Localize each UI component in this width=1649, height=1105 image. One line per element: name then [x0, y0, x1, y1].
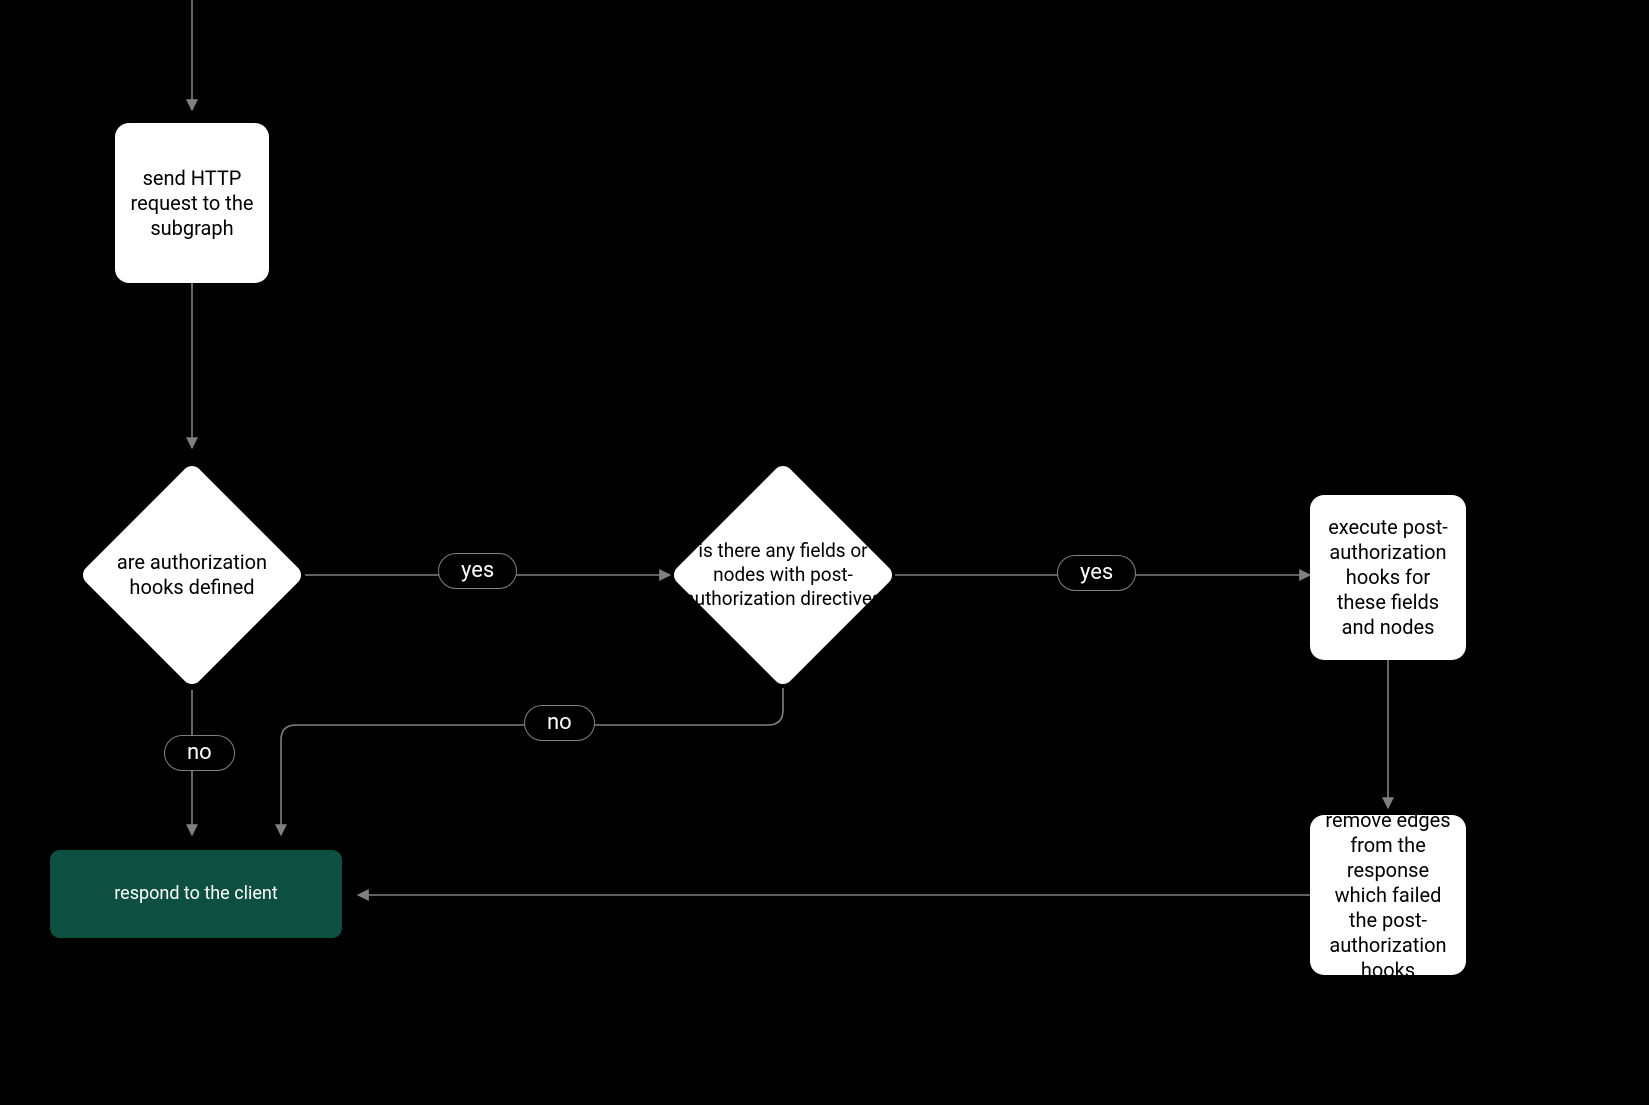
edge-text: no	[547, 712, 572, 734]
node-respond-client: respond to the client	[50, 850, 342, 938]
edge-label-yes-2: yes	[1057, 555, 1136, 591]
node-label: remove edges from the response which fai…	[1320, 808, 1456, 983]
flowchart-canvas: send HTTP request to the subgraph are au…	[0, 0, 1649, 1105]
edge-text: yes	[461, 560, 494, 582]
node-label: execute post-authorization hooks for the…	[1320, 515, 1456, 640]
node-label: respond to the client	[114, 883, 278, 906]
edge-label-yes-1: yes	[438, 553, 517, 589]
edge-label-no-2: no	[524, 705, 595, 741]
edge-text: no	[187, 742, 212, 764]
edge-text: yes	[1080, 562, 1113, 584]
node-label: send HTTP request to the subgraph	[125, 166, 259, 241]
node-execute-post-auth: execute post-authorization hooks for the…	[1310, 495, 1466, 660]
node-remove-edges: remove edges from the response which fai…	[1310, 815, 1466, 975]
decision-auth-hooks: are authorization hooks defined	[112, 495, 272, 655]
decision-label: are authorization hooks defined	[102, 550, 282, 600]
node-send-http: send HTTP request to the subgraph	[115, 123, 269, 283]
edge-label-no-1: no	[164, 735, 235, 771]
decision-post-auth-fields: is there any fields or nodes with post-a…	[703, 495, 863, 655]
decision-label: is there any fields or nodes with post-a…	[683, 539, 883, 610]
